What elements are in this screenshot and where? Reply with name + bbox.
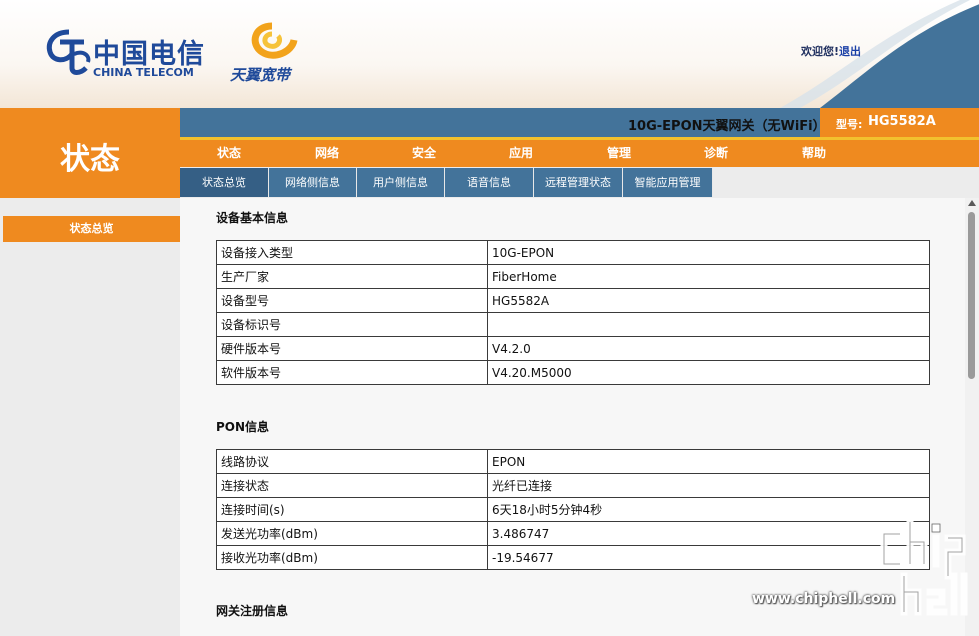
menu-network[interactable]: 网络 (278, 140, 376, 167)
gateway-registration-title: 网关注册信息 (216, 604, 289, 618)
table-row: 软件版本号 V4.20.M5000 (216, 360, 930, 385)
table-value: 3.486747 (487, 521, 930, 546)
model-label: 型号: (836, 118, 863, 131)
tianyi-logo-icon (251, 22, 298, 59)
sub-tab-bar: 状态总览 网络侧信息 用户侧信息 语音信息 远程管理状态 智能应用管理 (180, 167, 979, 198)
table-value: HG5582A (487, 288, 930, 313)
model-value: HG5582A (868, 114, 936, 129)
device-info-table: 设备接入类型 10G-EPON 生产厂家 FiberHome 设备型号 HG5582A… (216, 240, 930, 385)
page-title: 状态 (60, 142, 120, 177)
table-key: 设备型号 (216, 288, 488, 313)
table-key: 硬件版本号 (216, 336, 488, 361)
pon-info-title: PON信息 (216, 420, 270, 434)
table-value: EPON (487, 449, 930, 474)
tab-remote-management[interactable]: 远程管理状态 (534, 168, 623, 197)
table-value: V4.2.0 (487, 336, 930, 361)
table-key: 线路协议 (216, 449, 488, 474)
tab-status-overview[interactable]: 状态总览 (180, 168, 269, 197)
gateway-title: 10G-EPON天翼网关（无WiFi） (628, 119, 826, 134)
table-row: 生产厂家 FiberHome (216, 264, 930, 289)
table-row: 线路协议 EPON (216, 449, 930, 474)
menu-management[interactable]: 管理 (570, 140, 668, 167)
header-swoosh-graphic (780, 0, 979, 108)
table-key: 接收光功率(dBm) (216, 545, 488, 570)
tab-smart-app-management[interactable]: 智能应用管理 (623, 168, 713, 197)
table-key: 连接状态 (216, 473, 488, 498)
watermark-text: www.chiphell.com (752, 591, 896, 607)
menu-help[interactable]: 帮助 (765, 140, 863, 167)
menu-diagnosis[interactable]: 诊断 (667, 140, 765, 167)
welcome-bar: 欢迎您!退出 (801, 43, 861, 59)
menu-status[interactable]: 状态 (180, 140, 278, 167)
tab-user-side-info[interactable]: 用户侧信息 (357, 168, 445, 197)
device-info-title: 设备基本信息 (216, 211, 289, 225)
table-value: V4.20.M5000 (487, 360, 930, 385)
table-key: 连接时间(s) (216, 497, 488, 522)
table-value: 光纤已连接 (487, 473, 930, 498)
table-key: 设备接入类型 (216, 240, 488, 265)
content-area: 设备基本信息 设备接入类型 10G-EPON 生产厂家 FiberHome 设备型号… (180, 198, 965, 636)
tab-voice-info[interactable]: 语音信息 (445, 168, 534, 197)
welcome-text: 欢迎您! (801, 45, 840, 58)
table-row: 接收光功率(dBm) -19.54677 (216, 545, 930, 570)
table-value (487, 312, 930, 337)
brand-name-en: CHINA TELECOM (93, 66, 194, 79)
tab-network-side-info[interactable]: 网络侧信息 (269, 168, 357, 197)
sidebar-item-status-overview[interactable]: 状态总览 (3, 216, 180, 242)
table-key: 设备标识号 (216, 312, 488, 337)
table-row: 硬件版本号 V4.2.0 (216, 336, 930, 361)
table-row: 发送光功率(dBm) 3.486747 (216, 521, 930, 546)
table-value: FiberHome (487, 264, 930, 289)
table-value: -19.54677 (487, 545, 930, 570)
table-row: 设备接入类型 10G-EPON (216, 240, 930, 265)
menu-security[interactable]: 安全 (375, 140, 473, 167)
table-row: 设备型号 HG5582A (216, 288, 930, 313)
table-key: 软件版本号 (216, 360, 488, 385)
table-value: 10G-EPON (487, 240, 930, 265)
tianyi-broadband-text: 天翼宽带 (230, 66, 291, 84)
scroll-up-arrow-icon[interactable] (968, 200, 976, 206)
table-value: 6天18小时5分钟4秒 (487, 497, 930, 522)
scrollbar-thumb[interactable] (968, 212, 975, 379)
table-row: 连接时间(s) 6天18小时5分钟4秒 (216, 497, 930, 522)
table-row: 连接状态 光纤已连接 (216, 473, 930, 498)
table-key: 生产厂家 (216, 264, 488, 289)
table-key: 发送光功率(dBm) (216, 521, 488, 546)
logout-link[interactable]: 退出 (839, 45, 861, 58)
menu-application[interactable]: 应用 (472, 140, 570, 167)
main-menu: 状态 网络 安全 应用 管理 诊断 帮助 (180, 140, 979, 167)
left-sidebar (0, 198, 180, 636)
china-telecom-logo-icon (46, 29, 91, 75)
table-row: 设备标识号 (216, 312, 930, 337)
pon-info-table: 线路协议 EPON 连接状态 光纤已连接 连接时间(s) 6天18小时5分钟4秒 发送… (216, 449, 930, 570)
